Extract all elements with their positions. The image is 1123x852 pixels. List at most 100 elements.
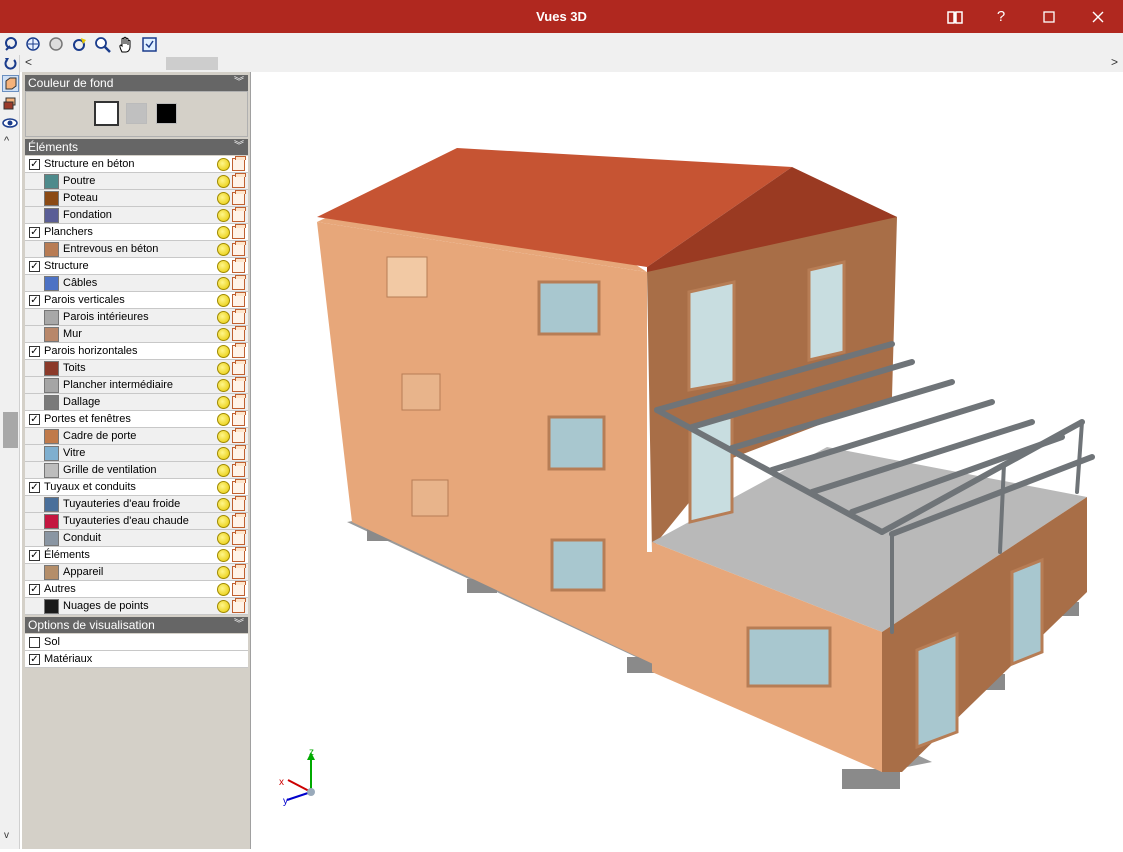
element-item-row[interactable]: Tuyauteries d'eau froide [25, 496, 248, 513]
element-group-row[interactable]: ✓ Éléments [25, 547, 248, 564]
elements-tab-icon[interactable] [2, 75, 19, 92]
cube-icon[interactable] [232, 547, 246, 562]
light-bulb-icon[interactable] [217, 294, 230, 307]
light-bulb-icon[interactable] [217, 600, 230, 613]
element-item-row[interactable]: Entrevous en béton [25, 241, 248, 258]
light-bulb-icon[interactable] [217, 464, 230, 477]
element-item-row[interactable]: Poutre [25, 173, 248, 190]
color-swatch[interactable] [44, 242, 59, 257]
color-swatch[interactable] [44, 463, 59, 478]
cube-icon[interactable] [232, 173, 246, 188]
scroll-down-icon[interactable]: v [4, 830, 9, 841]
background-swatch[interactable] [156, 103, 177, 124]
element-item-row[interactable]: Appareil [25, 564, 248, 581]
element-item-row[interactable]: Parois intérieures [25, 309, 248, 326]
light-bulb-icon[interactable] [217, 226, 230, 239]
light-bulb-icon[interactable] [217, 362, 230, 375]
maximize-button[interactable] [1026, 0, 1072, 33]
undo-view-icon[interactable] [3, 56, 18, 71]
cube-icon[interactable] [232, 275, 246, 290]
element-item-row[interactable]: Fondation [25, 207, 248, 224]
elements-header[interactable]: Éléments ︾ [25, 139, 248, 155]
color-swatch[interactable] [44, 395, 59, 410]
collapse-chevron-icon[interactable]: ︾ [234, 139, 244, 155]
light-bulb-icon[interactable] [217, 379, 230, 392]
horizontal-scroll-thumb[interactable] [166, 57, 218, 70]
light-bulb-icon[interactable] [217, 192, 230, 205]
light-bulb-icon[interactable] [217, 277, 230, 290]
zoom-icon[interactable] [93, 35, 112, 54]
light-bulb-icon[interactable] [217, 345, 230, 358]
color-swatch[interactable] [44, 191, 59, 206]
element-item-row[interactable]: Poteau [25, 190, 248, 207]
light-bulb-icon[interactable] [217, 549, 230, 562]
zoom-extents-icon[interactable] [24, 35, 43, 54]
cube-icon[interactable] [232, 581, 246, 596]
light-bulb-icon[interactable] [217, 413, 230, 426]
rotate-view-icon[interactable] [2, 35, 21, 54]
color-swatch[interactable] [44, 378, 59, 393]
light-bulb-icon[interactable] [217, 447, 230, 460]
element-group-row[interactable]: ✓ Parois verticales [25, 292, 248, 309]
element-item-row[interactable]: Mur [25, 326, 248, 343]
color-swatch[interactable] [44, 208, 59, 223]
scroll-up-icon[interactable]: ^ [4, 135, 9, 147]
color-swatch[interactable] [44, 327, 59, 342]
visibility-eye-icon[interactable] [2, 115, 19, 130]
light-bulb-icon[interactable] [217, 498, 230, 511]
color-swatch[interactable] [44, 497, 59, 512]
cube-icon[interactable] [232, 564, 246, 579]
option-row[interactable]: ✓ Matériaux [25, 651, 248, 668]
background-swatch[interactable] [126, 103, 147, 124]
cube-icon[interactable] [232, 156, 246, 171]
color-swatch[interactable] [44, 531, 59, 546]
color-swatch[interactable] [44, 514, 59, 529]
light-bulb-icon[interactable] [217, 158, 230, 171]
light-bulb-icon[interactable] [217, 328, 230, 341]
view-settings-icon[interactable] [140, 35, 159, 54]
vertical-scroll-thumb[interactable] [3, 412, 18, 448]
color-swatch[interactable] [44, 599, 59, 614]
zoom-window-icon[interactable] [47, 35, 66, 54]
group-checkbox[interactable]: ✓ [29, 159, 40, 170]
cube-icon[interactable] [232, 496, 246, 511]
cube-icon[interactable] [232, 190, 246, 205]
element-item-row[interactable]: Plancher intermédiaire [25, 377, 248, 394]
color-swatch[interactable] [44, 276, 59, 291]
collapse-chevron-icon[interactable]: ︾ [234, 75, 244, 91]
light-bulb-icon[interactable] [217, 243, 230, 256]
cube-icon[interactable] [232, 462, 246, 477]
element-item-row[interactable]: Câbles [25, 275, 248, 292]
cube-icon[interactable] [232, 292, 246, 307]
option-row[interactable]: Sol [25, 634, 248, 651]
element-item-row[interactable]: Vitre [25, 445, 248, 462]
color-swatch[interactable] [44, 565, 59, 580]
element-item-row[interactable]: Conduit [25, 530, 248, 547]
cube-icon[interactable] [232, 530, 246, 545]
light-bulb-icon[interactable] [217, 532, 230, 545]
color-swatch[interactable] [44, 446, 59, 461]
cube-icon[interactable] [232, 343, 246, 358]
group-checkbox[interactable]: ✓ [29, 227, 40, 238]
light-bulb-icon[interactable] [217, 481, 230, 494]
element-item-row[interactable]: Toits [25, 360, 248, 377]
element-item-row[interactable]: Dallage [25, 394, 248, 411]
collapse-chevron-icon[interactable]: ︾ [234, 617, 244, 633]
pan-hand-icon[interactable] [116, 35, 135, 54]
help-button[interactable]: ? [978, 0, 1024, 33]
cube-icon[interactable] [232, 377, 246, 392]
light-bulb-icon[interactable] [217, 515, 230, 528]
orbit-icon[interactable] [70, 35, 89, 54]
light-bulb-icon[interactable] [217, 583, 230, 596]
cube-icon[interactable] [232, 513, 246, 528]
group-checkbox[interactable]: ✓ [29, 482, 40, 493]
option-checkbox[interactable] [29, 637, 40, 648]
cube-icon[interactable] [232, 598, 246, 613]
cube-icon[interactable] [232, 326, 246, 341]
horizontal-scrollbar[interactable]: < > [20, 55, 1123, 72]
group-checkbox[interactable]: ✓ [29, 295, 40, 306]
light-bulb-icon[interactable] [217, 430, 230, 443]
group-checkbox[interactable]: ✓ [29, 550, 40, 561]
element-group-row[interactable]: ✓ Autres [25, 581, 248, 598]
element-item-row[interactable]: Grille de ventilation [25, 462, 248, 479]
